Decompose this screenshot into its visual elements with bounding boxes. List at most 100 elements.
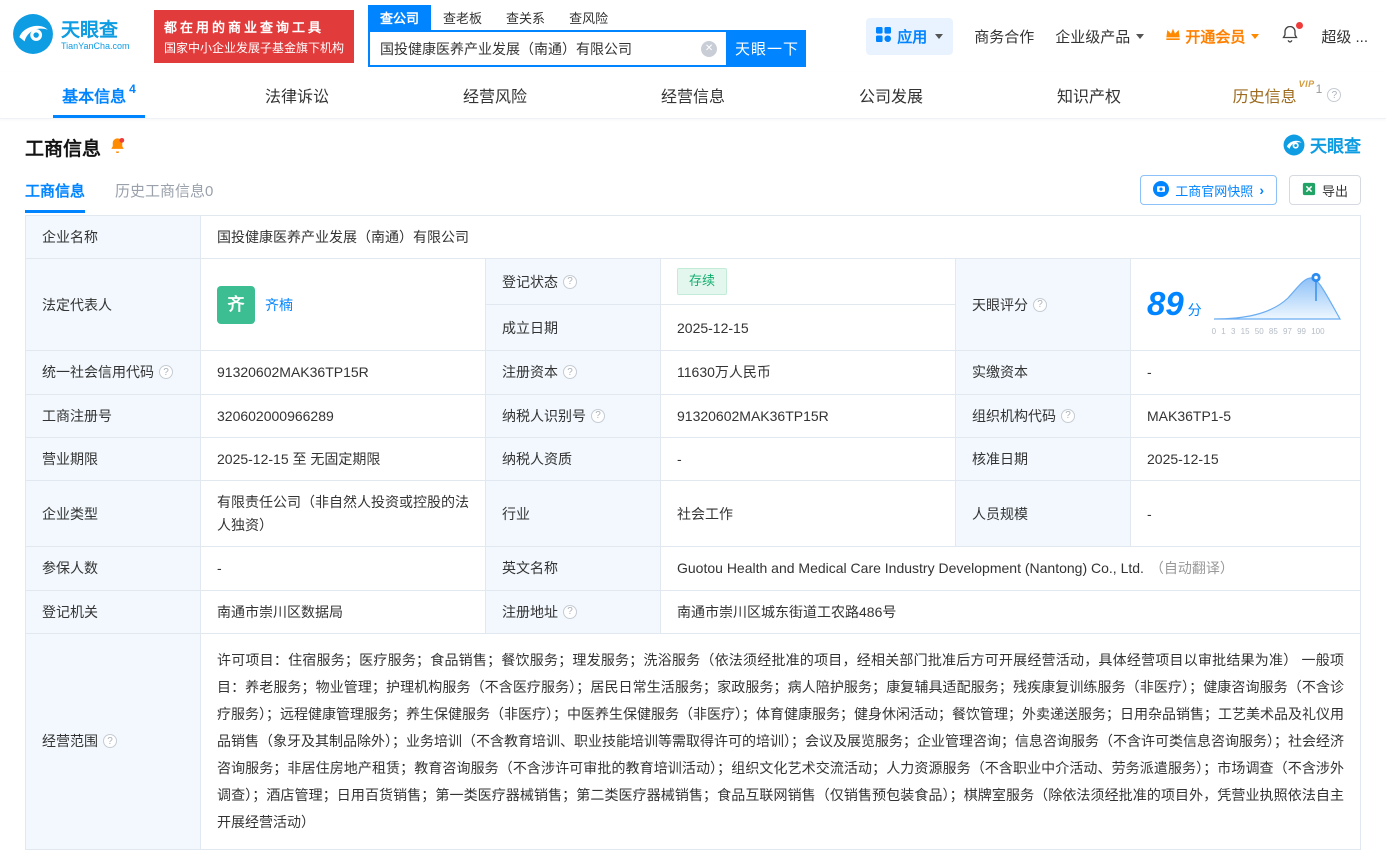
search-button[interactable]: 天眼一下 [728, 30, 807, 67]
search-area: 查公司 查老板 查关系 查风险 天眼一下 [368, 5, 807, 67]
tab-company-development[interactable]: 公司发展 [792, 72, 990, 118]
tianyan-score-label: 天眼评分 [972, 296, 1028, 313]
search-box [368, 30, 729, 67]
official-snapshot-button[interactable]: 工商官网快照 [1140, 175, 1277, 205]
avatar[interactable]: 齐 [217, 285, 255, 324]
table-row: 企业名称 国投健康医养产业发展（南通）有限公司 [26, 216, 1360, 260]
help-icon[interactable] [1327, 88, 1342, 102]
value-staff-size: - [1147, 505, 1152, 522]
label-company-name: 企业名称 [26, 216, 201, 259]
value-credit-code: 91320602MAK36TP15R [201, 351, 486, 394]
registered-capital-label: 注册资本 [502, 364, 558, 381]
apps-grid-icon [876, 26, 892, 46]
subscribe-bell-icon[interactable] [108, 136, 127, 160]
notification-bell[interactable] [1280, 22, 1304, 48]
search-tab-boss[interactable]: 查老板 [431, 5, 494, 30]
nav-cooperation[interactable]: 商务合作 [974, 26, 1034, 47]
search-tab-company[interactable]: 查公司 [368, 5, 432, 30]
company-tabs: 基本信息 4 法律诉讼 经营风险 经营信息 公司发展 知识产权 历史信息 VIP… [0, 72, 1386, 119]
apps-menu[interactable]: 应用 [866, 17, 954, 55]
value-taxpayer-id: 91320602MAK36TP15R [661, 394, 956, 437]
tianyancha-logo[interactable]: 天眼查 TianYanCha.com [12, 13, 154, 60]
tianyancha-logo-icon [1283, 134, 1305, 161]
subtab-business-info[interactable]: 工商信息 [25, 180, 86, 213]
label-paid-capital: 实缴资本 [956, 351, 1131, 394]
label-registration-number: 工商注册号 [26, 394, 201, 437]
nav-open-vip[interactable]: 开通会员 [1165, 26, 1260, 47]
english-name-text: Guotou Health and Medical Care Industry … [677, 560, 1144, 577]
table-row: 法定代表人 齐 齐楠 登记状态 存续 成立日期 2025-12-15 天眼评分 [26, 259, 1360, 352]
top-bar: 天眼查 TianYanCha.com 都在用的商业查询工具 国家中小企业发展子基… [0, 0, 1386, 72]
help-icon[interactable] [103, 734, 117, 749]
label-org-code: 组织机构代码 [956, 394, 1131, 437]
help-icon[interactable] [1033, 297, 1047, 312]
nav-enterprise[interactable]: 企业级产品 [1055, 26, 1145, 47]
value-registration-number: 320602000966289 [201, 394, 486, 437]
status-date-block: 登记状态 存续 成立日期 2025-12-15 [486, 259, 956, 351]
table-row: 参保人数 - 英文名称 Guotou Health and Medical Ca… [26, 547, 1360, 591]
value-approval-date: 2025-12-15 [1147, 450, 1219, 467]
nav-enterprise-label: 企业级产品 [1055, 28, 1131, 46]
tab-operating-risk[interactable]: 经营风险 [396, 72, 594, 118]
score-unit: 分 [1187, 302, 1202, 319]
value-registered-capital: 11630万人民币 [661, 351, 956, 394]
auto-translate-note: （自动翻译） [1149, 560, 1234, 577]
help-icon[interactable] [159, 365, 173, 380]
tab-basic-info[interactable]: 基本信息 4 [0, 72, 198, 118]
help-icon[interactable] [563, 274, 577, 289]
help-icon[interactable] [563, 365, 577, 380]
label-business-term: 营业期限 [26, 437, 201, 481]
tab-ip-label: 知识产权 [1056, 89, 1121, 106]
nav-super-member[interactable]: 超级 ... [1321, 26, 1368, 47]
value-tianyan-score[interactable]: 89 分 0 1 3 15 50 85 97 99 100 [1131, 259, 1360, 350]
label-tianyan-score: 天眼评分 [956, 259, 1131, 351]
help-icon[interactable] [563, 604, 577, 619]
search-input[interactable] [370, 40, 702, 57]
status-badge: 存续 [677, 268, 728, 296]
search-tab-risk[interactable]: 查风险 [557, 5, 620, 30]
value-establish-date: 2025-12-15 [661, 305, 956, 351]
brand-watermark: 天眼查 [1283, 134, 1361, 161]
tianyancha-logo-icon [12, 13, 54, 60]
credit-code-label: 统一社会信用代码 [42, 364, 154, 381]
search-tab-relation[interactable]: 查关系 [494, 5, 557, 30]
table-row: 营业期限 2025-12-15 至 无固定期限 纳税人资质 - 核准日期 202… [26, 437, 1360, 482]
tab-intellectual-property[interactable]: 知识产权 [990, 72, 1188, 118]
help-icon[interactable] [591, 408, 605, 423]
value-taxpayer-qualification: - [661, 437, 956, 481]
help-icon[interactable] [1061, 408, 1075, 423]
label-establish-date: 成立日期 [486, 305, 661, 351]
subtab-history-business-info[interactable]: 历史工商信息0 [115, 180, 213, 213]
table-row: 经营范围 许可项目：住宿服务；医疗服务；食品销售；餐饮服务；理发服务；洗浴服务（… [26, 633, 1360, 849]
banner-line2: 国家中小企业发展子基金旗下机构 [164, 40, 345, 55]
promo-banner: 都在用的商业查询工具 国家中小企业发展子基金旗下机构 [154, 9, 355, 63]
chevron-right-icon [1259, 182, 1264, 198]
export-button[interactable]: 导出 [1288, 175, 1361, 205]
vip-badge: VIP [1298, 79, 1315, 89]
tab-history-info[interactable]: 历史信息 VIP 1 [1188, 72, 1386, 118]
label-legal-representative: 法定代表人 [26, 259, 201, 351]
clear-icon[interactable] [701, 40, 718, 57]
tab-basic-count: 4 [129, 82, 136, 96]
value-paid-capital: - [1147, 364, 1152, 381]
tab-legal-label: 法律诉讼 [264, 89, 329, 106]
table-row: 企业类型 有限责任公司（非自然人投资或控股的法人独资） 行业 社会工作 人员规模… [26, 481, 1360, 548]
value-org-code: MAK36TP1-5 [1147, 407, 1232, 424]
label-taxpayer-id: 纳税人识别号 [486, 394, 661, 437]
tab-legal[interactable]: 法律诉讼 [198, 72, 396, 118]
active-tab-underline [53, 115, 145, 118]
chevron-down-icon [935, 33, 944, 39]
logo-text: 天眼查 [61, 19, 119, 41]
tab-risk-label: 经营风险 [462, 89, 527, 106]
snapshot-button-label: 工商官网快照 [1175, 183, 1254, 199]
value-registration-status: 存续 [661, 259, 956, 305]
label-staff-size: 人员规模 [956, 481, 1131, 547]
label-company-type: 企业类型 [26, 481, 201, 547]
score-number: 89 [1147, 285, 1184, 323]
label-taxpayer-qualification: 纳税人资质 [486, 437, 661, 481]
table-row: 统一社会信用代码 91320602MAK36TP15R 注册资本 11630万人… [26, 351, 1360, 395]
chevron-down-icon [1136, 33, 1145, 39]
tab-history-count: 1 [1315, 82, 1323, 96]
tab-operating-info[interactable]: 经营信息 [594, 72, 792, 118]
legal-representative-link[interactable]: 齐楠 [265, 294, 293, 316]
